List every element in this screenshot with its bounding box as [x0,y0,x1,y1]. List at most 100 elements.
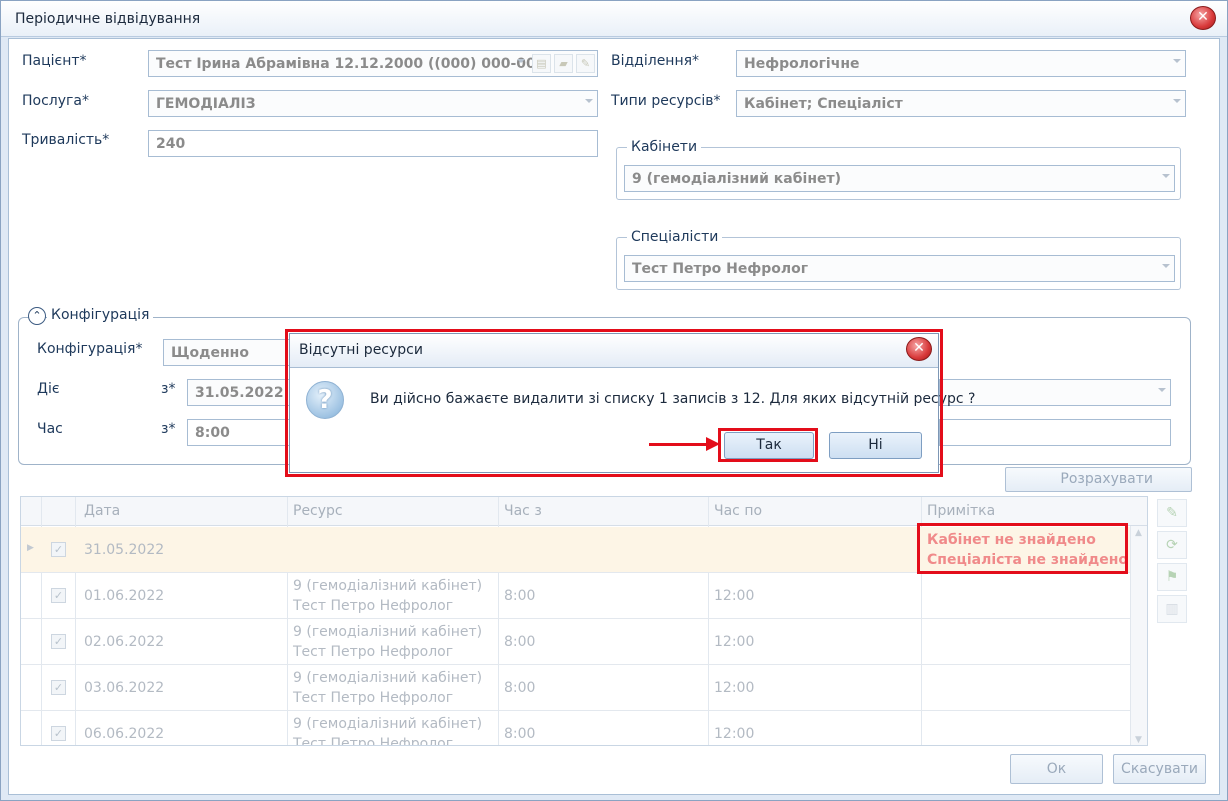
cell-time-to: 12:00 [714,680,755,696]
active-from-label: з* [161,381,176,397]
cell-time-to: 12:00 [714,588,755,604]
cell-resource-cabinet: 9 (гемодіалізний кабінет) [293,716,483,732]
time-to-input[interactable] [939,419,1171,446]
trash-icon[interactable]: ▥ [1157,595,1187,623]
resource-types-label: Типи ресурсів* [611,93,721,109]
active-label: Діє [37,381,60,397]
resource-types-field[interactable]: Кабінет; Спеціаліст [736,90,1186,117]
service-label: Послуга* [22,93,89,109]
cell-resource-specialist: Тест Петро Нефролог [293,736,454,746]
chevron-down-icon[interactable] [1162,264,1170,268]
cell-date: 31.05.2022 [84,542,165,558]
department-value: Нефрологічне [744,56,860,72]
chevron-down-icon[interactable] [585,99,593,103]
cell-resource-cabinet: 9 (гемодіалізний кабінет) [293,578,483,594]
patient-edit-icon[interactable]: ✎ [576,54,595,73]
window-titlebar: Періодичне відвідування ✕ [1,1,1227,37]
time-label: Час [37,421,63,437]
table-row[interactable]: ✓ 03.06.2022 9 (гемодіалізний кабінет) Т… [21,665,1131,711]
grid-scrollbar[interactable]: ▲ ▼ [1130,526,1147,745]
duration-value: 240 [156,136,186,152]
resource-types-value: Кабінет; Спеціаліст [744,96,903,112]
row-checkbox[interactable]: ✓ [51,726,66,741]
specialist-value: Тест Петро Нефролог [632,261,809,277]
cell-date: 01.06.2022 [84,588,165,604]
cell-resource-cabinet: 9 (гемодіалізний кабінет) [293,624,483,640]
yes-button-highlight [718,428,818,462]
cell-resource-specialist: Тест Петро Нефролог [293,598,454,614]
cell-resource-specialist: Тест Петро Нефролог [293,690,454,706]
cabinet-value: 9 (гемодіалізний кабінет) [632,171,841,187]
calculate-button[interactable]: Розрахувати [1005,467,1192,492]
col-header-date[interactable]: Дата [84,503,120,519]
active-from-field[interactable]: 31.05.2022 [187,379,293,406]
dialog-highlight [285,329,943,477]
cell-resource-specialist: Тест Петро Нефролог [293,644,454,660]
cell-date: 02.06.2022 [84,634,165,650]
refresh-icon[interactable]: ⟳ [1157,531,1187,559]
patient-field[interactable]: Тест Ірина Абрамівна 12.12.2000 ((000) 0… [148,50,598,77]
row-checkbox[interactable]: ✓ [51,680,66,695]
note-highlight [917,523,1128,574]
service-field[interactable]: ГЕМОДІАЛІЗ [148,90,598,117]
row-checkbox[interactable]: ✓ [51,634,66,649]
flag-icon[interactable]: ⚑ [1157,563,1187,591]
col-header-time-from[interactable]: Час з [504,503,542,519]
collapse-toggle-icon[interactable]: ⌃ [28,307,46,325]
col-header-note[interactable]: Примітка [927,503,995,519]
cell-date: 03.06.2022 [84,680,165,696]
cell-time-to: 12:00 [714,634,755,650]
cell-time-to: 12:00 [714,726,755,742]
scroll-up-icon[interactable]: ▲ [1135,528,1142,538]
specialist-field[interactable]: Тест Петро Нефролог [624,255,1175,282]
specialists-legend: Спеціалісти [627,229,723,245]
row-pointer-icon: ▶ [27,543,34,553]
table-row[interactable]: ✓ 06.06.2022 9 (гемодіалізний кабінет) Т… [21,711,1131,746]
ok-button[interactable]: Ок [1010,754,1103,784]
department-label: Відділення* [611,53,700,69]
cell-time-from: 8:00 [504,634,536,650]
config-type-value: Щоденно [171,345,249,361]
time-from-input[interactable]: 8:00 [187,419,293,446]
cabinet-field[interactable]: 9 (гемодіалізний кабінет) [624,165,1175,192]
cell-time-from: 8:00 [504,726,536,742]
chevron-down-icon[interactable] [1158,388,1166,392]
cabinets-legend: Кабінети [627,139,702,155]
cell-time-from: 8:00 [504,588,536,604]
chevron-down-icon[interactable] [1162,174,1170,178]
cell-date: 06.06.2022 [84,726,165,742]
time-from-value: 8:00 [195,425,230,441]
window-close-icon[interactable]: ✕ [1190,6,1216,30]
department-field[interactable]: Нефрологічне [736,50,1186,77]
cancel-button[interactable]: Скасувати [1113,754,1206,784]
scroll-down-icon[interactable]: ▼ [1135,735,1142,745]
patient-label: Пацієнт* [22,53,87,69]
duration-input[interactable]: 240 [148,130,598,157]
active-from-value: 31.05.2022 [195,385,284,401]
time-from-label: з* [161,421,176,437]
table-row[interactable]: ✓ 02.06.2022 9 (гемодіалізний кабінет) Т… [21,619,1131,665]
arrow-line [649,443,709,446]
col-header-resource[interactable]: Ресурс [293,503,343,519]
chevron-down-icon[interactable] [517,59,525,63]
patient-value: Тест Ірина Абрамівна 12.12.2000 ((000) 0… [156,56,552,72]
row-checkbox[interactable]: ✓ [51,542,66,557]
duration-label: Тривалість* [22,132,110,148]
tools-icon[interactable]: ✎ [1157,499,1187,527]
config-type-field[interactable]: Щоденно [163,339,293,366]
arrow-right-icon [706,437,720,451]
table-row[interactable]: ✓ 01.06.2022 9 (гемодіалізний кабінет) Т… [21,573,1131,619]
window-title: Періодичне відвідування [15,11,201,27]
grid-header: Дата Ресурс Час з Час по Примітка [21,497,1147,526]
cell-time-from: 8:00 [504,680,536,696]
configuration-section-title: Конфігурація [47,307,154,323]
chevron-down-icon[interactable] [1173,59,1181,63]
patient-card-icon[interactable]: ▤ [532,54,551,73]
col-header-time-to[interactable]: Час по [714,503,762,519]
cell-resource-cabinet: 9 (гемодіалізний кабінет) [293,670,483,686]
patient-folder-icon[interactable]: ▰ [554,54,573,73]
row-checkbox[interactable]: ✓ [51,588,66,603]
service-value: ГЕМОДІАЛІЗ [156,96,256,112]
chevron-down-icon[interactable] [1173,99,1181,103]
config-label: Конфігурація* [37,341,143,357]
